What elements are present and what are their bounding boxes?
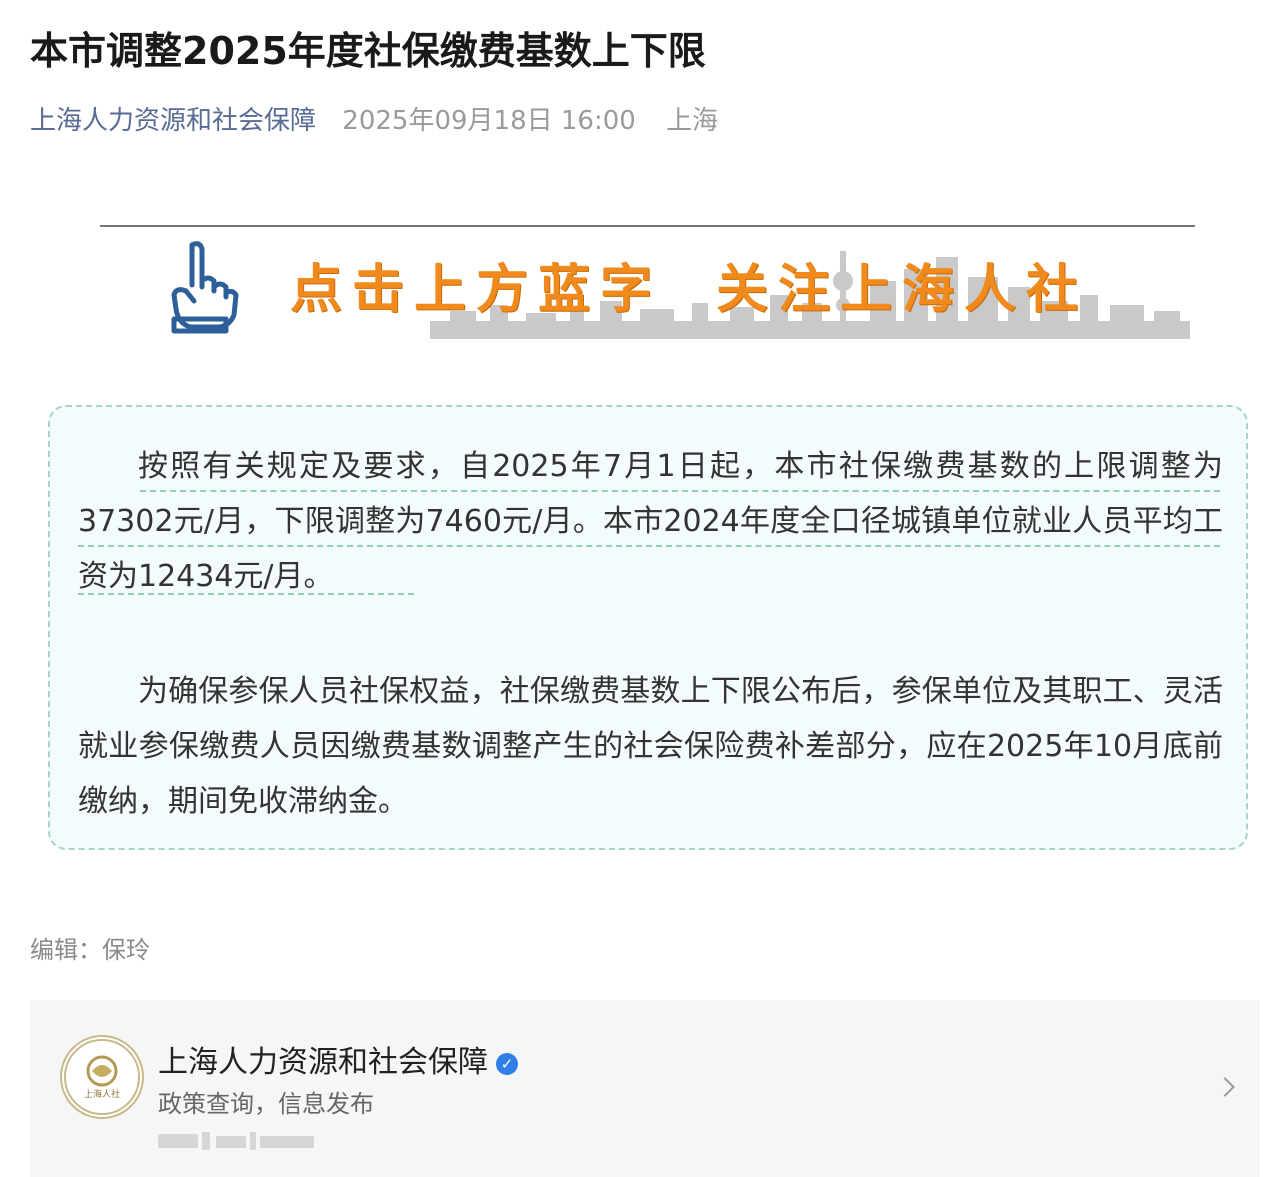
editor-credit: 编辑：保玲 bbox=[30, 936, 150, 964]
article-location: 上海 bbox=[666, 106, 719, 136]
article-date: 2025年09月18日 16:00 bbox=[342, 106, 636, 136]
account-card[interactable]: 上海人社 上海人力资源和社会保障 ✓ 政策查询，信息发布 bbox=[30, 1000, 1260, 1177]
blurred-info-bar bbox=[158, 1132, 314, 1150]
verified-badge-icon: ✓ bbox=[496, 1052, 518, 1075]
notice-paragraph-1: 按照有关规定及要求，自2025年7月1日起，本市社保缴费基数的上限调整为3730… bbox=[78, 449, 1223, 594]
article-meta: 上海人力资源和社会保障 2025年09月18日 16:00 上海 bbox=[30, 100, 718, 137]
banner-divider bbox=[100, 225, 1195, 227]
follow-slogan: 点击上方蓝字 关注上海人社 bbox=[290, 247, 1088, 322]
notice-paragraph-2: 为确保参保人员社保权益，社保缴费基数上下限公布后，参保单位及其职工、灵活就业参保… bbox=[78, 674, 1223, 819]
article-title: 本市调整2025年度社保缴费基数上下限 bbox=[30, 29, 706, 73]
slogan-left: 点击上方蓝字 bbox=[290, 260, 663, 320]
slogan-right: 关注上海人社 bbox=[716, 260, 1089, 320]
article-source-link[interactable]: 上海人力资源和社会保障 bbox=[30, 106, 316, 136]
notice-box: 按照有关规定及要求，自2025年7月1日起，本市社保缴费基数的上限调整为3730… bbox=[48, 405, 1248, 850]
pointing-hand-icon bbox=[171, 241, 239, 334]
account-description: 政策查询，信息发布 bbox=[158, 1090, 374, 1118]
account-logo: 上海人社 bbox=[60, 1035, 144, 1119]
logo-text: 上海人社 bbox=[84, 1088, 120, 1100]
chevron-right-icon[interactable] bbox=[1215, 1077, 1235, 1097]
account-name: 上海人力资源和社会保障 ✓ bbox=[158, 1037, 518, 1081]
follow-banner[interactable]: 点击上方蓝字 关注上海人社 bbox=[100, 225, 1195, 340]
